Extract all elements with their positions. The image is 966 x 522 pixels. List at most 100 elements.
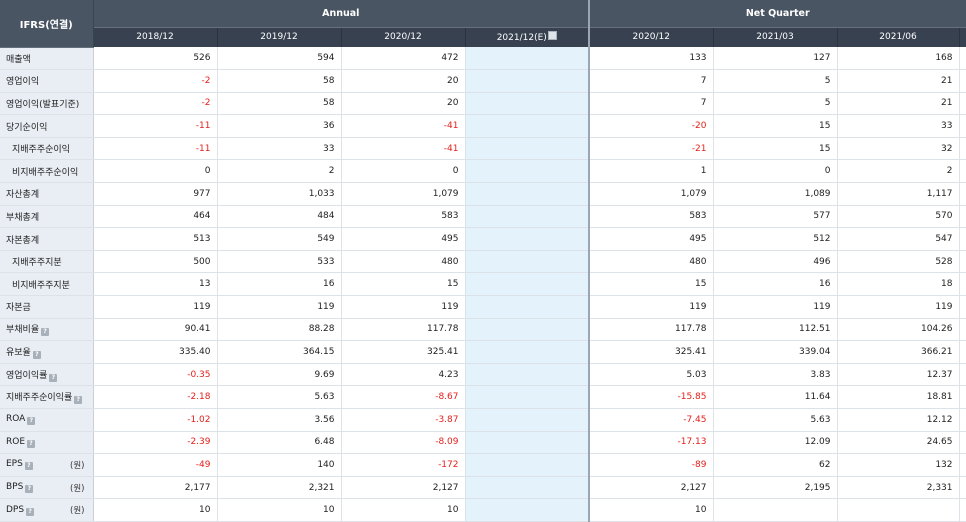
- cell-value: 512: [713, 227, 838, 251]
- row-label-text: 자본금: [6, 303, 31, 314]
- cell-value: 16: [217, 272, 342, 297]
- col-header-annual-1: 2018/12: [93, 27, 218, 47]
- cell-value: -0.35: [93, 363, 218, 387]
- cell-value: 127: [713, 47, 838, 71]
- row-label: 자본총계: [0, 227, 94, 251]
- cell-value: 0: [93, 159, 218, 184]
- cell-value: -2: [93, 69, 218, 93]
- cell-value: 480: [588, 250, 714, 274]
- row-label: ROA?: [0, 408, 94, 432]
- cell-estimate: [465, 318, 590, 342]
- cell-value: 0: [341, 159, 466, 184]
- cell-value: 32: [837, 137, 960, 161]
- cell-estimate: [465, 340, 590, 364]
- row-label: EPS? (원): [0, 453, 94, 477]
- cell-value: 570: [837, 205, 960, 229]
- row-scroll-gap: [959, 272, 966, 297]
- cell-value: -3.87: [341, 408, 466, 432]
- cell-value: 117.78: [341, 318, 466, 342]
- cell-value: 472: [341, 47, 466, 71]
- cell-value: 583: [341, 205, 466, 229]
- help-icon[interactable]: ?: [27, 417, 36, 426]
- cell-value: -11: [93, 114, 218, 138]
- cell-value: 339.04: [713, 340, 838, 364]
- help-icon[interactable]: ?: [27, 439, 36, 448]
- cell-value: 10: [93, 498, 218, 522]
- cell-value: 10: [217, 498, 342, 522]
- cell-value: -49: [93, 453, 218, 477]
- table-row: 비지배주주순이익 0 2 0 1 0 2: [0, 159, 966, 184]
- table-row: 영업이익률? -0.35 9.69 4.23 5.03 3.83 12.37: [0, 363, 966, 387]
- row-scroll-gap: [959, 159, 966, 184]
- cell-value: -21: [588, 137, 714, 161]
- cell-value: 15: [588, 272, 714, 297]
- table-row: 유보율? 335.40 364.15 325.41 325.41 339.04 366.21: [0, 340, 966, 364]
- cell-value: -41: [341, 137, 466, 161]
- cell-value: 119: [713, 295, 838, 319]
- cell-value: 1: [588, 159, 714, 184]
- cell-value: 1,079: [341, 182, 466, 206]
- cell-value: 7: [588, 92, 714, 116]
- row-scroll-gap: [959, 250, 966, 274]
- row-scroll-gap: [959, 408, 966, 432]
- help-icon[interactable]: ?: [32, 351, 41, 360]
- cell-value: 9.69: [217, 363, 342, 387]
- row-label: ROE?: [0, 431, 94, 455]
- cell-value: 18: [837, 272, 960, 297]
- help-icon[interactable]: ?: [24, 462, 33, 471]
- cell-value: 500: [93, 250, 218, 274]
- cell-value: 104.26: [837, 318, 960, 342]
- row-label: 영업이익: [0, 69, 94, 93]
- cell-value: 5: [713, 69, 838, 93]
- cell-value: 36: [217, 114, 342, 138]
- cell-value: 11.64: [713, 385, 838, 409]
- estimate-toggle-icon[interactable]: [547, 31, 557, 41]
- col-header-scroll-gap: [959, 27, 966, 47]
- row-label: 영업이익률?: [0, 363, 94, 387]
- row-label-text: 부채총계: [6, 212, 40, 223]
- cell-value: 112.51: [713, 318, 838, 342]
- row-label-text: 자산총계: [6, 190, 40, 201]
- table-row: 지배주주순이익 -11 33 -41 -21 15 32: [0, 137, 966, 161]
- row-label: DPS? (원): [0, 498, 94, 522]
- row-label-text: 당기순이익: [6, 122, 48, 133]
- row-label-text: EPS: [6, 459, 23, 470]
- row-label-text: 영업이익(발표기준): [6, 99, 80, 110]
- row-label-text: BPS: [6, 482, 24, 493]
- table-body: 매출액 526 594 472 133 127 168 영업이익 -2 58 20 7 5 21 영업이익(…: [0, 47, 966, 522]
- cell-estimate: [465, 431, 590, 455]
- row-label: 유보율?: [0, 340, 94, 364]
- help-icon[interactable]: ?: [41, 328, 50, 337]
- table-row: 비지배주주지분 13 16 15 15 16 18: [0, 272, 966, 297]
- header-group-annual: Annual: [93, 0, 590, 28]
- cell-value: 977: [93, 182, 218, 206]
- cell-value: 33: [837, 114, 960, 138]
- col-header-annual-estimate[interactable]: 2021/12(E): [465, 27, 590, 47]
- row-label: 영업이익(발표기준): [0, 92, 94, 116]
- row-scroll-gap: [959, 47, 966, 71]
- cell-value: -89: [588, 453, 714, 477]
- row-label-text: 영업이익: [6, 77, 40, 88]
- row-scroll-gap: [959, 227, 966, 251]
- cell-value: 10: [588, 498, 714, 522]
- cell-value: 5.63: [217, 385, 342, 409]
- row-scroll-gap: [959, 363, 966, 387]
- help-icon[interactable]: ?: [49, 373, 58, 382]
- cell-value: 577: [713, 205, 838, 229]
- help-icon[interactable]: ?: [74, 396, 83, 405]
- row-scroll-gap: [959, 137, 966, 161]
- cell-value: 594: [217, 47, 342, 71]
- cell-value: 2,127: [341, 476, 466, 500]
- cell-value: 16: [713, 272, 838, 297]
- cell-value: 1,089: [713, 182, 838, 206]
- help-icon[interactable]: ?: [25, 485, 34, 494]
- row-label-text: 부채비율: [6, 325, 40, 336]
- row-label-text: 비지배주주순이익: [12, 167, 79, 178]
- cell-value: 24.65: [837, 431, 960, 455]
- col-header-annual-3: 2020/12: [341, 27, 466, 47]
- row-label-text: 영업이익률: [6, 370, 48, 381]
- cell-value: 119: [588, 295, 714, 319]
- row-label: 자본금: [0, 295, 94, 319]
- cell-value: 5.63: [713, 408, 838, 432]
- cell-value: 18.81: [837, 385, 960, 409]
